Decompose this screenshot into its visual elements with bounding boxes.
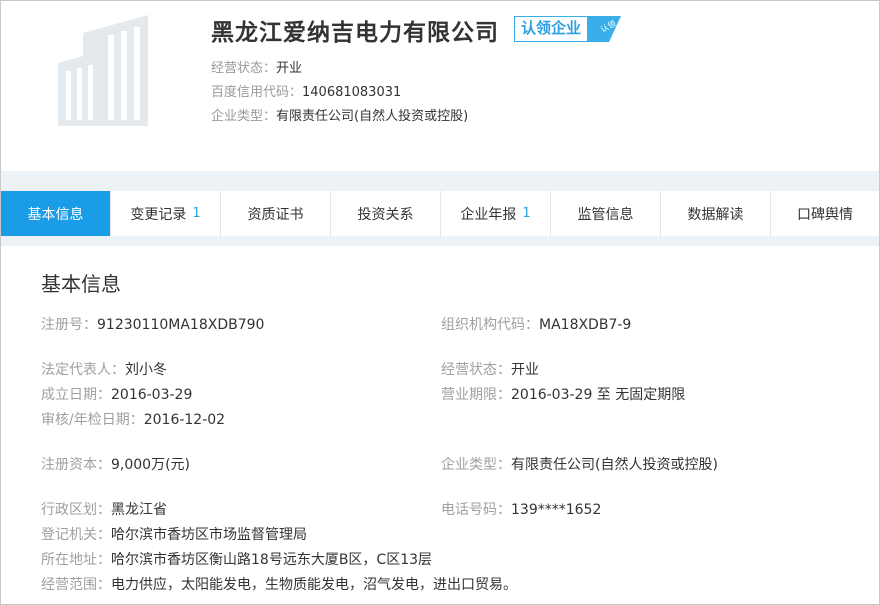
field-value: 电力供应，太阳能发电，生物质能发电，沼气发电，进出口贸易。 <box>111 577 517 593</box>
field-label: 营业期限： <box>441 387 511 403</box>
header-credit-code-line: 百度信用代码：140681083031 <box>211 81 401 100</box>
company-header: 黑龙江爱纳吉电力有限公司 认领企业 认领 经营状态：开业 百度信用代码：1406… <box>1 1 879 171</box>
company-logo-building-icon <box>53 11 163 126</box>
field-label: 经营状态： <box>441 362 511 378</box>
header-status-line: 经营状态：开业 <box>211 57 302 76</box>
basic-info-panel: 基本信息 注册号：91230110MA18XDB790 组织机构代码：MA18X… <box>11 246 869 604</box>
tab-bar: 基本信息 变更记录 1 资质证书 投资关系 企业年报 1 监管信息 数据解读 口碑舆… <box>1 191 879 237</box>
field-org-code: 组织机构代码：MA18XDB7-9 <box>441 314 631 334</box>
field-label: 电话号码： <box>441 502 511 518</box>
field-value: 哈尔滨市香坊区市场监督管理局 <box>111 527 307 543</box>
tab-label: 基本信息 <box>27 206 84 223</box>
tab-label: 变更记录 <box>130 206 187 223</box>
header-credit-code-value: 140681083031 <box>302 85 402 100</box>
field-label: 法定代表人： <box>41 362 125 378</box>
tab-count-badge: 1 <box>522 206 531 221</box>
header-status-label: 经营状态： <box>211 61 277 76</box>
header-type-value: 有限责任公司(自然人投资或控股) <box>276 109 469 124</box>
field-value: 有限责任公司(自然人投资或控股) <box>511 457 718 473</box>
field-term: 营业期限：2016-03-29 至 无固定期限 <box>441 384 685 404</box>
tab-label: 投资关系 <box>357 206 414 223</box>
field-value: MA18XDB7-9 <box>539 317 632 333</box>
tab-investment[interactable]: 投资关系 <box>331 191 441 236</box>
field-authority: 登记机关：哈尔滨市香坊区市场监督管理局 <box>41 524 307 544</box>
field-label: 企业类型： <box>441 457 511 473</box>
field-est-date: 成立日期：2016-03-29 <box>41 384 192 404</box>
field-reg-no: 注册号：91230110MA18XDB790 <box>41 314 264 334</box>
header-divider <box>1 171 879 191</box>
field-phone: 电话号码：139****1652 <box>441 499 601 519</box>
header-status-value: 开业 <box>276 61 303 76</box>
tab-count-badge: 1 <box>192 206 201 221</box>
claim-tag-icon: 认领 <box>587 16 622 42</box>
field-label: 审核/年检日期： <box>41 412 144 428</box>
field-label: 登记机关： <box>41 527 111 543</box>
field-legal-rep: 法定代表人：刘小冬 <box>41 359 167 379</box>
field-status: 经营状态：开业 <box>441 359 539 379</box>
tab-certificates[interactable]: 资质证书 <box>221 191 331 236</box>
tab-data-analysis[interactable]: 数据解读 <box>661 191 771 236</box>
field-label: 经营范围： <box>41 577 111 593</box>
field-label: 组织机构代码： <box>441 317 539 333</box>
field-label: 注册资本： <box>41 457 111 473</box>
field-value: 9,000万(元) <box>111 457 191 473</box>
field-ent-type: 企业类型：有限责任公司(自然人投资或控股) <box>441 454 718 474</box>
claim-badge-label: 认领企业 <box>514 16 588 42</box>
content-top-band <box>1 236 879 246</box>
field-value: 开业 <box>511 362 539 378</box>
field-value: 2016-03-29 <box>111 387 193 403</box>
claim-enterprise-badge[interactable]: 认领企业 认领 <box>514 16 622 42</box>
field-capital: 注册资本：9,000万(元) <box>41 454 190 474</box>
field-label: 行政区划： <box>41 502 111 518</box>
field-region: 行政区划：黑龙江省 <box>41 499 167 519</box>
header-credit-code-label: 百度信用代码： <box>211 85 303 100</box>
tab-change-records[interactable]: 变更记录 1 <box>111 191 221 236</box>
field-value: 2016-03-29 至 无固定期限 <box>511 387 686 403</box>
tab-basic-info[interactable]: 基本信息 <box>1 191 111 236</box>
field-value: 刘小冬 <box>125 362 167 378</box>
tab-label: 监管信息 <box>577 206 634 223</box>
field-label: 所在地址： <box>41 552 111 568</box>
tab-regulatory[interactable]: 监管信息 <box>551 191 661 236</box>
field-address: 所在地址：哈尔滨市香坊区衡山路18号远东大厦B区，C区13层 <box>41 549 432 569</box>
field-value: 2016-12-02 <box>143 412 226 428</box>
field-audit-date: 审核/年检日期：2016-12-02 <box>41 409 225 429</box>
tab-label: 数据解读 <box>687 206 744 223</box>
field-scope: 经营范围：电力供应，太阳能发电，生物质能发电，沼气发电，进出口贸易。 <box>41 574 517 594</box>
company-name: 黑龙江爱纳吉电力有限公司 <box>211 20 499 46</box>
tab-reputation[interactable]: 口碑舆情 <box>771 191 879 236</box>
section-title: 基本信息 <box>41 272 121 296</box>
header-type-line: 企业类型：有限责任公司(自然人投资或控股) <box>211 105 468 124</box>
page-frame: 黑龙江爱纳吉电力有限公司 认领企业 认领 经营状态：开业 百度信用代码：1406… <box>0 0 880 605</box>
header-type-label: 企业类型： <box>211 109 277 124</box>
tab-label: 企业年报 <box>460 206 517 223</box>
tab-label: 资质证书 <box>247 206 304 223</box>
field-value: 91230110MA18XDB790 <box>97 317 265 333</box>
tab-label: 口碑舆情 <box>797 206 853 223</box>
field-value: 黑龙江省 <box>111 502 167 518</box>
field-label: 注册号： <box>41 317 97 333</box>
field-label: 成立日期： <box>41 387 111 403</box>
field-value: 139****1652 <box>511 502 602 518</box>
field-value: 哈尔滨市香坊区衡山路18号远东大厦B区，C区13层 <box>111 552 433 568</box>
tab-annual-report[interactable]: 企业年报 1 <box>441 191 551 236</box>
